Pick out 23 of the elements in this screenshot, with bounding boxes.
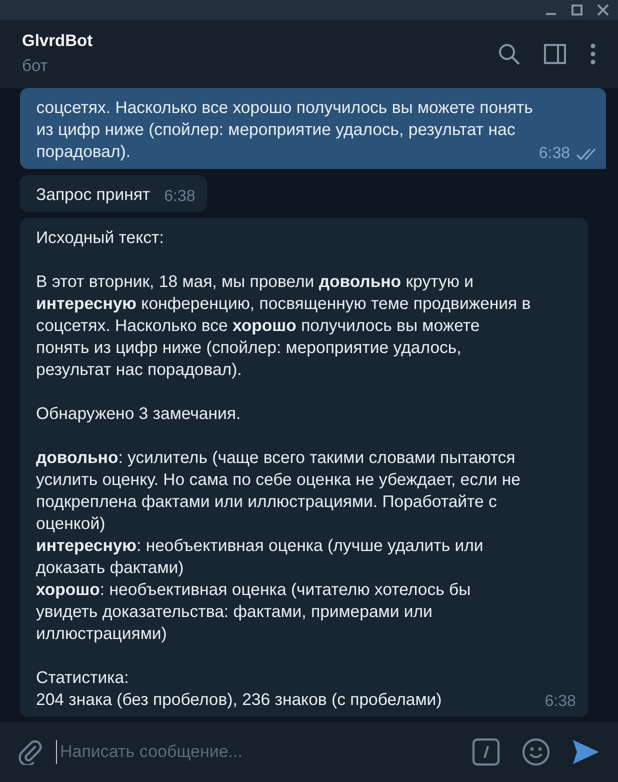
message-time: 6:38 [544,692,576,712]
message-time: 6:38 [164,187,196,207]
emoji-icon[interactable] [522,738,550,766]
close-icon[interactable] [597,4,609,16]
message-time: 6:38 [538,144,570,164]
send-icon[interactable] [572,739,600,765]
message-text: Исходный текст: [36,227,165,249]
message-input[interactable]: Написать сообщение... [56,740,458,764]
sidebar-panel-icon[interactable] [544,44,566,64]
message-composer[interactable]: Написать сообщение... [0,722,618,782]
maximize-icon[interactable] [571,4,583,16]
chat-subtitle: бот [22,57,49,76]
message-text: Статистика: 204 знака (без пробелов), 236 знаков (с пробелами) [36,667,443,711]
paperclip-icon[interactable] [18,739,42,765]
message-text: Запрос принят [36,184,150,206]
message-text: Обнаружено 3 замечания. [36,403,242,425]
bot-command-icon[interactable] [472,738,500,766]
search-icon[interactable] [498,43,520,65]
more-icon[interactable] [590,43,596,65]
message-text: соцсетях. Насколько все хорошо получилось вы можете понять из цифр ниже (спойлер: мероприятие удалось, результат нас порадовал). [36,97,533,163]
message-text: В этот вторник, 18 мая, мы провели довольно крутую и интересную конференцию, посвященную теме продвижения в соцсетях. Насколько все хорошо получилось вы можете понять из цифр ниже (спойлер: мероприятие удалось, результат нас порадовал). [36,271,531,381]
message-text: довольно: усилитель (чаще всего такими словами пытаются усилить оценку. Но сама по себе оценка не убеждает, если не подкреплена фактами или иллюстрациями. Поработайте с оценкой) интересную: необъективная оценка (лучше удалить или доказать фактами) хорошо: необъективная оценка (читателю хотелось бы увидеть доказательства: фактами, примерами или иллюстрациями) [36,447,522,645]
chat-title: GlvrdBot [22,32,94,51]
